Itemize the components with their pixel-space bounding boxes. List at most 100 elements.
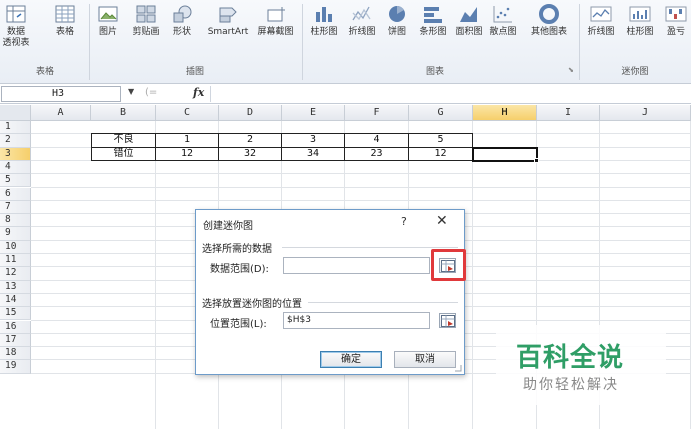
area-chart-button[interactable]: 面积图: [452, 4, 486, 38]
shapes-button[interactable]: 形状: [168, 4, 196, 38]
value-cell[interactable]: 12: [156, 147, 219, 161]
row-header-2[interactable]: 2: [0, 134, 31, 148]
resize-grip-icon[interactable]: [454, 364, 462, 372]
bar-chart-button[interactable]: 条形图: [416, 4, 450, 38]
section-data-heading: 选择所需的数据: [202, 244, 272, 255]
row-header-18[interactable]: 18: [0, 347, 31, 361]
table-icon: [55, 5, 75, 23]
shapes-label: 形状: [172, 27, 191, 37]
column-header-h[interactable]: H: [473, 105, 537, 121]
row-header-9[interactable]: 9: [0, 227, 31, 241]
close-icon[interactable]: ✕: [436, 213, 448, 229]
column-header-c[interactable]: C: [156, 105, 219, 121]
sparkline-winloss-button[interactable]: 盈亏: [662, 4, 690, 38]
line-chart-label: 折线图: [348, 27, 376, 37]
clipart-icon: [136, 5, 156, 23]
row-header-5[interactable]: 5: [0, 174, 31, 188]
table-button[interactable]: 表格: [51, 4, 79, 38]
red-highlight-box: [431, 249, 466, 281]
fill-handle[interactable]: [534, 157, 539, 163]
value-cell[interactable]: 2: [219, 133, 282, 148]
name-box[interactable]: H3: [1, 86, 121, 102]
watermark: 百科全说 助你轻松解决: [496, 325, 666, 405]
row-header-10[interactable]: 10: [0, 240, 31, 254]
ribbon: 数据 透视表 表格 表格 图片 剪贴画 形状 SmartArt 屏幕截图 插图 …: [0, 0, 691, 84]
pie-chart-button[interactable]: 饼图: [383, 4, 411, 38]
row-header-1[interactable]: 1: [0, 121, 31, 135]
smartart-icon: [219, 7, 237, 23]
sparkline-line-button[interactable]: 折线图: [583, 4, 619, 38]
column-header-j[interactable]: J: [600, 105, 691, 121]
smartart-label: SmartArt: [207, 27, 249, 37]
ok-button[interactable]: 确定: [320, 351, 382, 368]
help-button[interactable]: ?: [401, 215, 407, 228]
row-header-14[interactable]: 14: [0, 293, 31, 308]
smartart-button[interactable]: SmartArt: [203, 4, 253, 38]
chevron-down-icon[interactable]: ▼: [128, 87, 134, 96]
column-header-d[interactable]: D: [219, 105, 282, 121]
clipart-button[interactable]: 剪贴画: [128, 4, 164, 38]
insert-function-button[interactable]: fx: [193, 86, 204, 99]
column-header-a[interactable]: A: [31, 105, 91, 121]
row-header-16[interactable]: 16: [0, 320, 31, 334]
group-label-charts: 图表: [425, 67, 444, 77]
shapes-icon: [173, 5, 192, 23]
cancel-button[interactable]: 取消: [394, 351, 456, 368]
line-chart-button[interactable]: 折线图: [344, 4, 380, 38]
row-header-3[interactable]: 3: [0, 147, 31, 161]
column-gridline: [155, 121, 156, 429]
value-cell[interactable]: 12: [409, 147, 473, 161]
value-cell[interactable]: 4: [345, 133, 409, 148]
value-cell[interactable]: 32: [219, 147, 282, 161]
active-cell-selection[interactable]: [472, 146, 538, 162]
row-label-cell[interactable]: 不良: [91, 133, 156, 148]
sparkline-column-button[interactable]: 柱形图: [622, 4, 658, 38]
row-header-12[interactable]: 12: [0, 267, 31, 281]
column-header-f[interactable]: F: [345, 105, 409, 121]
watermark-subtitle: 助你轻松解决: [523, 377, 619, 393]
screenshot-icon: [267, 7, 285, 22]
value-cell[interactable]: 5: [409, 133, 473, 148]
data-range-input[interactable]: [283, 257, 430, 274]
value-cell[interactable]: 3: [282, 133, 345, 148]
section-divider: [308, 302, 458, 303]
column-header-e[interactable]: E: [282, 105, 345, 121]
sparkline-line-label: 折线图: [587, 27, 615, 37]
row-header-11[interactable]: 11: [0, 254, 31, 268]
row-header-13[interactable]: 13: [0, 280, 31, 294]
sparkline-line-icon: [590, 6, 612, 22]
location-range-input[interactable]: $H$3: [283, 312, 430, 329]
column-header-g[interactable]: G: [409, 105, 473, 121]
row-label-cell[interactable]: 错位: [91, 147, 156, 161]
picture-button[interactable]: 图片: [94, 4, 122, 38]
other-chart-button[interactable]: 其他图表: [526, 4, 572, 38]
value-cell[interactable]: 1: [156, 133, 219, 148]
row-header-19[interactable]: 19: [0, 360, 31, 374]
row-header-4[interactable]: 4: [0, 160, 31, 175]
expand-icon[interactable]: (=: [145, 87, 157, 98]
row-header-17[interactable]: 17: [0, 333, 31, 348]
row-header-15[interactable]: 15: [0, 307, 31, 321]
column-chart-label: 柱形图: [310, 27, 338, 37]
pivottable-button[interactable]: 数据 透视表: [2, 4, 30, 49]
screenshot-label: 屏幕截图: [257, 27, 294, 37]
pie-chart-label: 饼图: [387, 27, 406, 37]
column-header-i[interactable]: I: [537, 105, 600, 121]
dialog-launcher-icon[interactable]: ⬊: [568, 66, 574, 74]
formula-input[interactable]: [210, 86, 690, 102]
sparkline-winloss-icon: [665, 6, 687, 22]
value-cell[interactable]: 23: [345, 147, 409, 161]
scatter-chart-button[interactable]: 散点图: [486, 4, 520, 38]
value-cell[interactable]: 34: [282, 147, 345, 161]
column-chart-button[interactable]: 柱形图: [306, 4, 342, 38]
row-header-7[interactable]: 7: [0, 200, 31, 215]
select-all-corner[interactable]: [0, 105, 31, 121]
other-chart-label: 其他图表: [530, 27, 567, 37]
create-sparklines-dialog: 创建迷你图 ? ✕ 选择所需的数据 数据范围(D): 选择放置迷你图的位置 位置…: [195, 209, 466, 375]
column-header-b[interactable]: B: [91, 105, 156, 121]
row-header-6[interactable]: 6: [0, 187, 31, 201]
location-range-collapse-button[interactable]: [439, 313, 456, 328]
row-header-8[interactable]: 8: [0, 214, 31, 228]
bar-chart-icon: [424, 7, 442, 23]
screenshot-button[interactable]: 屏幕截图: [253, 4, 298, 38]
